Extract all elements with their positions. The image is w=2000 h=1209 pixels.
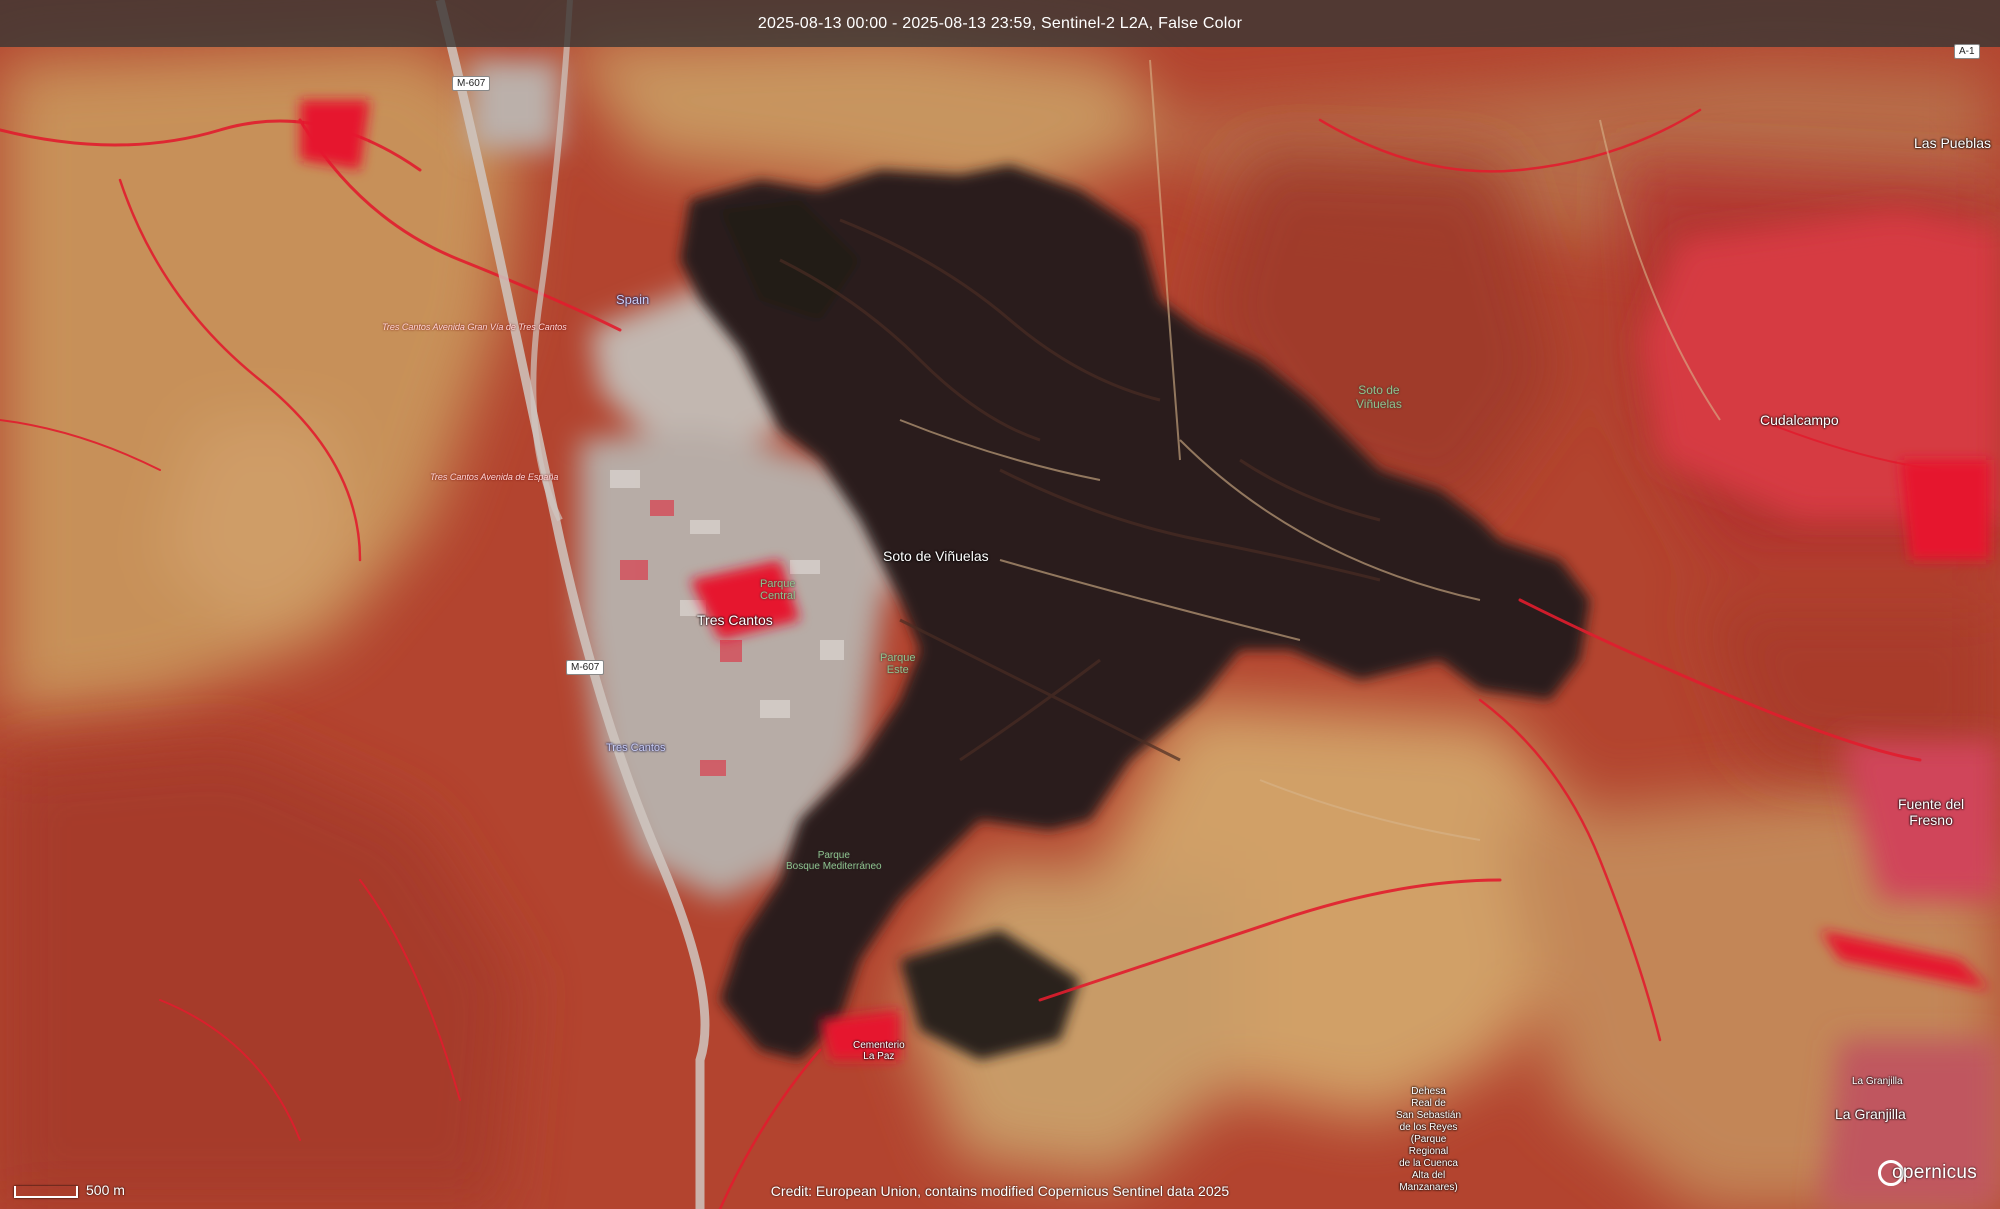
label-cudalcampo[interactable]: Cudalcampo	[1760, 412, 1839, 428]
label-dehesa[interactable]: Dehesa Real de San Sebastián de los Reye…	[1396, 1086, 1461, 1194]
road-shield-m607-mid: M-607	[566, 660, 605, 675]
label-spain[interactable]: Spain	[616, 292, 649, 307]
label-parque-central[interactable]: Parque Central	[760, 578, 795, 602]
label-la-granjilla[interactable]: La Granjilla	[1835, 1106, 1906, 1122]
label-soto-de-vinuelas[interactable]: Soto de Viñuelas	[883, 548, 989, 564]
label-la-granjilla-small[interactable]: La Granjilla	[1852, 1076, 1903, 1087]
copernicus-logo: opernicus	[1878, 1160, 1977, 1186]
road-shield-m607-top: M-607	[452, 76, 491, 91]
label-parque-este[interactable]: Parque Este	[880, 652, 915, 676]
header-bar: 2025-08-13 00:00 - 2025-08-13 23:59, Sen…	[0, 0, 2000, 47]
header-title: 2025-08-13 00:00 - 2025-08-13 23:59, Sen…	[757, 14, 1243, 32]
copernicus-logo-text: opernicus	[1892, 1162, 1978, 1183]
satellite-map[interactable]	[0, 0, 2000, 1209]
attribution-credit: Credit: European Union, contains modifie…	[770, 1183, 1230, 1199]
label-avenida-espana[interactable]: Tres Cantos Avenida de España	[430, 472, 558, 482]
label-las-pueblas[interactable]: Las Pueblas	[1914, 135, 1991, 151]
road-shield-a1: A-1	[1954, 44, 1980, 59]
label-cementerio[interactable]: Cementerio La Paz	[853, 1040, 905, 1062]
label-tres-cantos-station[interactable]: Tres Cantos	[606, 742, 666, 754]
label-soto-de-vinuelas-park[interactable]: Soto de Viñuelas	[1356, 383, 1402, 411]
label-avenida-gran-via[interactable]: Tres Cantos Avenida Gran Vía de Tres Can…	[382, 322, 567, 332]
label-tres-cantos[interactable]: Tres Cantos	[697, 612, 773, 628]
label-fuente-del-fresno[interactable]: Fuente del Fresno	[1898, 796, 1964, 828]
label-parque-bosque[interactable]: Parque Bosque Mediterráneo	[786, 850, 882, 872]
